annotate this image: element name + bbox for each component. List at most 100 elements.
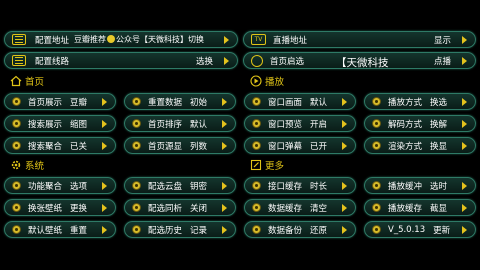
coin-icon [132, 119, 141, 128]
coin-icon [372, 97, 381, 106]
item-label: 配选历史 [148, 225, 183, 236]
chevron-right-icon [462, 182, 467, 190]
chevron-right-icon [342, 98, 347, 106]
item-value: 钥密 [190, 181, 208, 192]
play-cache-item[interactable]: 播放缓存 截显 [364, 199, 476, 216]
coin-icon [132, 181, 141, 190]
coin-icon [132, 203, 141, 212]
item-value: 列数 [190, 141, 208, 152]
coin-icon [252, 141, 261, 150]
chevron-right-icon [102, 142, 107, 150]
change-wallpaper-item[interactable]: 换张壁纸 更换 [4, 199, 116, 216]
section-home: 首页 [10, 74, 44, 88]
chevron-right-icon [102, 182, 107, 190]
item-value: 初始 [190, 97, 208, 108]
play-mode-item[interactable]: 播放方式 换选 [364, 93, 476, 110]
chevron-right-icon [342, 182, 347, 190]
item-value: 截显 [430, 203, 448, 214]
item-value: 默认 [190, 119, 208, 130]
item-label: 配选同析 [148, 203, 183, 214]
item-value: 更换 [70, 203, 88, 214]
watermark-text: 【天微科技 [336, 57, 389, 69]
play-buffer-item[interactable]: 播放缓冲 选时 [364, 177, 476, 194]
search-display-item[interactable]: 搜索展示 缩图 [4, 115, 116, 132]
coin-icon [12, 97, 21, 106]
chevron-right-icon [222, 120, 227, 128]
item-value: 换显 [430, 141, 448, 152]
coin-icon [372, 181, 381, 190]
chevron-right-icon [102, 204, 107, 212]
item-label: 搜索展示 [28, 119, 63, 130]
chevron-right-icon [462, 142, 467, 150]
item-label: V_5.0.13 [388, 224, 426, 235]
coin-icon [372, 203, 381, 212]
item-label: 窗口弹幕 [268, 141, 303, 152]
item-label: 播放缓存 [388, 203, 423, 214]
coin-icon [12, 225, 21, 234]
item-value: 清空 [310, 203, 328, 214]
item-label: 窗口画面 [268, 97, 303, 108]
config-history-item[interactable]: 配选历史 记录 [124, 221, 236, 238]
home-sort-item[interactable]: 首页排序 默认 [124, 115, 236, 132]
chevron-right-icon [342, 204, 347, 212]
item-value: 豆瓣 [70, 97, 88, 108]
item-value: 已关 [70, 141, 88, 152]
coin-icon [252, 97, 261, 106]
source-address-value: 豆瓣推荐 公众号【天微科技】切换 [74, 35, 205, 44]
item-value: 选项 [70, 181, 88, 192]
decode-mode-item[interactable]: 解码方式 换解 [364, 115, 476, 132]
default-wallpaper-item[interactable]: 默认壁纸 重置 [4, 221, 116, 238]
item-value: 重置 [70, 225, 88, 236]
source-line-value: 选换 [195, 56, 213, 67]
window-display-item[interactable]: 窗口画面 默认 [244, 93, 356, 110]
item-label: 搜索聚合 [28, 141, 63, 152]
item-value: 更新 [433, 225, 451, 236]
home-start-label: 首页启选 [270, 56, 305, 67]
item-value: 缩图 [70, 119, 88, 130]
section-play-title: 播放 [265, 77, 285, 88]
version-item[interactable]: V_5.0.13 更新 [364, 221, 476, 238]
config-sync-item[interactable]: 配选同析 关闭 [124, 199, 236, 216]
chevron-right-icon [462, 226, 467, 234]
reset-data-item[interactable]: 重置数据 初始 [124, 93, 236, 110]
item-label: 数据缓存 [268, 203, 303, 214]
coin-icon [252, 203, 261, 212]
home-source-item[interactable]: 首页源显 列数 [124, 137, 236, 154]
func-aggregate-item[interactable]: 功能聚合 选项 [4, 177, 116, 194]
item-value: 默认 [310, 97, 328, 108]
section-system: 系统 [10, 158, 44, 172]
data-cache-item[interactable]: 数据缓存 清空 [244, 199, 356, 216]
chevron-right-icon [224, 36, 229, 44]
chevron-right-icon [342, 120, 347, 128]
live-address-row[interactable]: TV 直播地址 显示 [243, 31, 476, 48]
render-mode-item[interactable]: 渲染方式 换显 [364, 137, 476, 154]
cloud-config-item[interactable]: 配选云盘 钥密 [124, 177, 236, 194]
chevron-right-icon [102, 98, 107, 106]
coin-icon [12, 203, 21, 212]
item-value: 换选 [430, 97, 448, 108]
section-more: 更多 [250, 158, 284, 172]
coin-icon [252, 181, 261, 190]
item-value: 换解 [430, 119, 448, 130]
api-cache-item[interactable]: 接口缓存 时长 [244, 177, 356, 194]
home-display-item[interactable]: 首页展示 豆瓣 [4, 93, 116, 110]
section-play: 播放 [250, 74, 284, 88]
window-popup-item[interactable]: 窗口弹幕 已开 [244, 137, 356, 154]
chevron-right-icon [462, 98, 467, 106]
window-preview-item[interactable]: 窗口预览 开启 [244, 115, 356, 132]
chevron-right-icon [342, 226, 347, 234]
section-home-title: 首页 [25, 77, 45, 88]
coin-icon [12, 119, 21, 128]
section-system-title: 系统 [25, 161, 45, 172]
gear-icon [251, 54, 263, 67]
source-address-row[interactable]: 配置地址 豆瓣推荐 公众号【天微科技】切换 [4, 31, 238, 48]
chevron-right-icon [222, 98, 227, 106]
data-backup-item[interactable]: 数据备份 还原 [244, 221, 356, 238]
coin-icon [252, 225, 261, 234]
search-aggregate-item[interactable]: 搜索聚合 已关 [4, 137, 116, 154]
coin-icon [372, 119, 381, 128]
chevron-right-icon [222, 142, 227, 150]
source-line-row[interactable]: 配置线路 选换 [4, 52, 238, 69]
item-label: 播放方式 [388, 97, 423, 108]
item-label: 换张壁纸 [28, 203, 63, 214]
